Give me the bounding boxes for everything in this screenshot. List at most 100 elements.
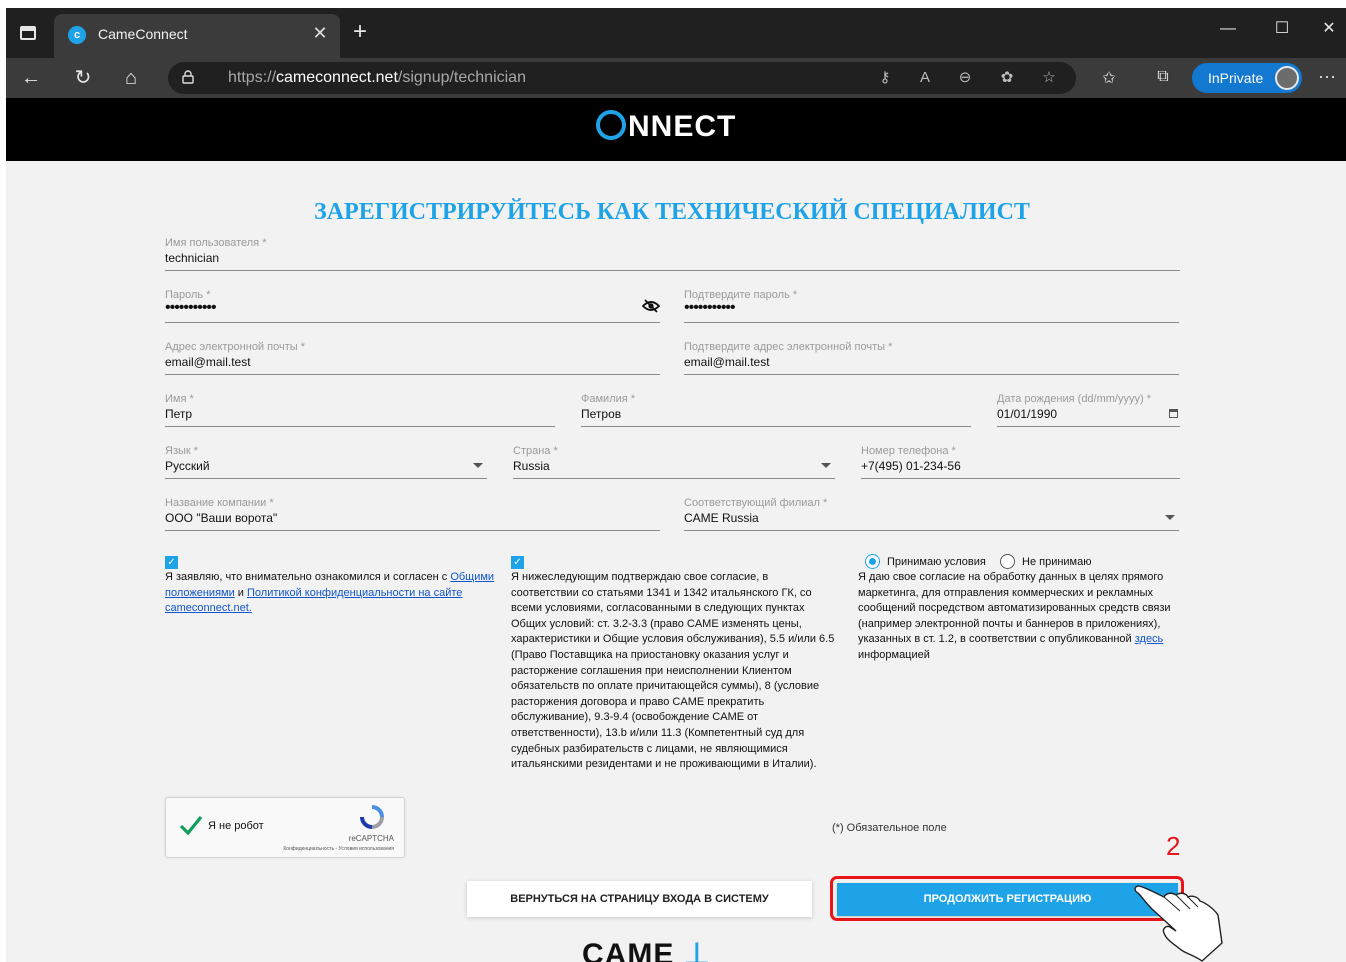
company-value: ООО "Ваши ворота" [165, 511, 278, 525]
read-aloud-icon[interactable]: A [912, 67, 938, 89]
branch-label: Соответствующий филиал * [684, 497, 828, 509]
clauses-text: Я нижеследующим подтверждаю свое согласи… [511, 571, 835, 771]
logo-text: NNECT [628, 110, 737, 143]
inprivate-label: InPrivate [1208, 70, 1264, 86]
decline-terms-label: Не принимаю [1022, 556, 1092, 568]
profile-avatar [1275, 66, 1299, 90]
inprivate-badge[interactable]: InPrivate [1192, 63, 1302, 93]
email-field[interactable]: Адрес электронной почты * email@mail.tes… [165, 341, 660, 375]
birth-date-label: Дата рождения (dd/mm/yyyy) * [997, 393, 1151, 405]
last-name-field[interactable]: Фамилия * Петров [581, 393, 971, 427]
country-select[interactable]: Страна * Russia [513, 445, 835, 479]
tab-actions-icon[interactable] [20, 26, 36, 40]
extensions-icon[interactable]: ✿ [994, 67, 1020, 89]
branch-select[interactable]: Соответствующий филиал * CAME Russia [684, 497, 1179, 531]
terms-text-mid: и [234, 586, 247, 599]
add-favorite-icon[interactable]: ☆ [1036, 67, 1062, 89]
accept-terms-label: Принимаю условия [887, 556, 986, 568]
terms-text-before: Я заявляю, что внимательно ознакомился и… [165, 571, 451, 583]
checkmark-icon[interactable] [178, 812, 204, 838]
first-name-value: Петр [165, 407, 193, 421]
signup-page: ЗАРЕГИСТРИРУЙТЕСЬ КАК ТЕХНИЧЕСКИЙ СПЕЦИА… [6, 161, 1346, 962]
recaptcha-widget[interactable]: Я не робот reCAPTCHA Конфиденциальность … [165, 797, 405, 858]
tab-bar: c CameConnect ✕ + — ☐ ✕ [6, 8, 1346, 58]
clauses-checkbox[interactable]: ✓ [511, 556, 524, 569]
terms-checkbox[interactable]: ✓ [165, 556, 178, 569]
first-name-label: Имя * [165, 393, 194, 405]
chevron-down-icon [821, 463, 831, 468]
last-name-value: Петров [581, 407, 622, 421]
minimize-icon[interactable]: — [1208, 16, 1248, 42]
password-field[interactable]: Пароль * ••••••••••• [165, 289, 660, 323]
came-logo-mark-icon: ⊥ [683, 938, 711, 962]
terms-text: Я заявляю, что внимательно ознакомился и… [165, 570, 495, 617]
captcha-links[interactable]: Конфиденциальность - Условия использован… [283, 846, 394, 852]
tab-close-icon[interactable]: ✕ [308, 23, 332, 44]
captcha-label: Я не робот [208, 820, 264, 832]
refresh-icon[interactable]: ↻ [68, 64, 98, 92]
decline-terms-radio[interactable] [1000, 554, 1015, 569]
language-select[interactable]: Язык * Русский [165, 445, 487, 479]
country-value: Russia [513, 459, 550, 473]
site-favicon-icon: c [68, 26, 86, 44]
first-name-field[interactable]: Имя * Петр [165, 393, 555, 427]
favorites-icon[interactable]: ✩ [1096, 68, 1122, 88]
lock-icon[interactable] [182, 70, 194, 84]
browser-tab[interactable]: c CameConnect ✕ [54, 14, 340, 58]
birth-date-value: 01/01/1990 [997, 407, 1058, 421]
email-confirm-value: email@mail.test [684, 355, 770, 369]
language-label: Язык * [165, 445, 199, 457]
marketing-text-before: Я даю свое согласие на обработку данных … [858, 571, 1171, 646]
close-window-icon[interactable]: ✕ [1312, 16, 1346, 42]
company-field[interactable]: Название компании * ООО "Ваши ворота" [165, 497, 660, 531]
site-header: NNECT [6, 98, 1346, 161]
accept-terms-radio[interactable] [865, 554, 880, 569]
browser-window: c CameConnect ✕ + — ☐ ✕ ← ↻ ⌂ https://ca… [6, 8, 1346, 962]
maximize-icon[interactable]: ☐ [1262, 16, 1302, 42]
captcha-brand: reCAPTCHA [348, 834, 394, 843]
email-confirm-field[interactable]: Подтвердите адрес электронной почты * em… [684, 341, 1179, 375]
new-tab-icon[interactable]: + [346, 18, 374, 46]
zoom-out-icon[interactable]: ⊖ [952, 67, 978, 89]
tab-title: CameConnect [98, 26, 188, 42]
language-value: Русский [165, 459, 210, 473]
url-field[interactable]: https://cameconnect.net/signup/technicia… [168, 62, 1076, 94]
username-value: technician [165, 251, 220, 265]
birth-date-field[interactable]: Дата рождения (dd/mm/yyyy) * 01/01/1990 [997, 393, 1180, 427]
continue-registration-button[interactable]: ПРОДОЛЖИТЬ РЕГИСТРАЦИЮ [837, 883, 1178, 916]
back-icon[interactable]: ← [16, 64, 46, 92]
chevron-down-icon [1165, 515, 1175, 520]
country-label: Страна * [513, 445, 558, 457]
logo-ring-icon [596, 110, 626, 140]
email-label: Адрес электронной почты * [165, 341, 305, 353]
phone-field[interactable]: Номер телефона * +7(495) 01-234-56 [861, 445, 1180, 479]
back-to-login-button[interactable]: ВЕРНУТЬСЯ НА СТРАНИЦУ ВХОДА В СИСТЕМУ [467, 881, 812, 917]
calendar-icon[interactable] [1169, 409, 1178, 418]
password-confirm-field[interactable]: Подтвердите пароль * ••••••••••• [684, 289, 1179, 323]
chevron-down-icon [473, 463, 483, 468]
collections-icon[interactable]: ⧉ [1150, 68, 1176, 86]
email-confirm-label: Подтвердите адрес электронной почты * [684, 341, 893, 353]
username-field[interactable]: Имя пользователя * technician [165, 237, 1180, 271]
last-name-label: Фамилия * [581, 393, 636, 405]
toggle-visibility-icon[interactable] [642, 299, 660, 313]
password-value: ••••••••••• [165, 299, 217, 316]
recaptcha-logo-icon [360, 805, 384, 829]
key-icon[interactable]: ⚷ [872, 67, 898, 89]
came-footer-logo: CAME ⊥ [582, 937, 711, 962]
url-text: https://cameconnect.net/signup/technicia… [228, 69, 526, 86]
home-icon[interactable]: ⌂ [116, 64, 146, 92]
pointer-hand-icon [1134, 885, 1223, 962]
page-title: ЗАРЕГИСТРИРУЙТЕСЬ КАК ТЕХНИЧЕСКИЙ СПЕЦИА… [314, 199, 1030, 225]
more-options-icon[interactable]: ··· [1318, 66, 1336, 87]
phone-value: +7(495) 01-234-56 [861, 459, 961, 473]
step-number: 2 [1166, 831, 1181, 861]
marketing-info-link[interactable]: здесь [1135, 633, 1164, 645]
came-logo-text: CAME [582, 938, 675, 962]
company-label: Название компании * [165, 497, 274, 509]
branch-value: CAME Russia [684, 511, 759, 525]
email-value: email@mail.test [165, 355, 251, 369]
connect-logo[interactable]: NNECT [596, 110, 736, 144]
required-note: (*) Обязательное поле [832, 822, 947, 834]
password-confirm-value: ••••••••••• [684, 299, 736, 316]
